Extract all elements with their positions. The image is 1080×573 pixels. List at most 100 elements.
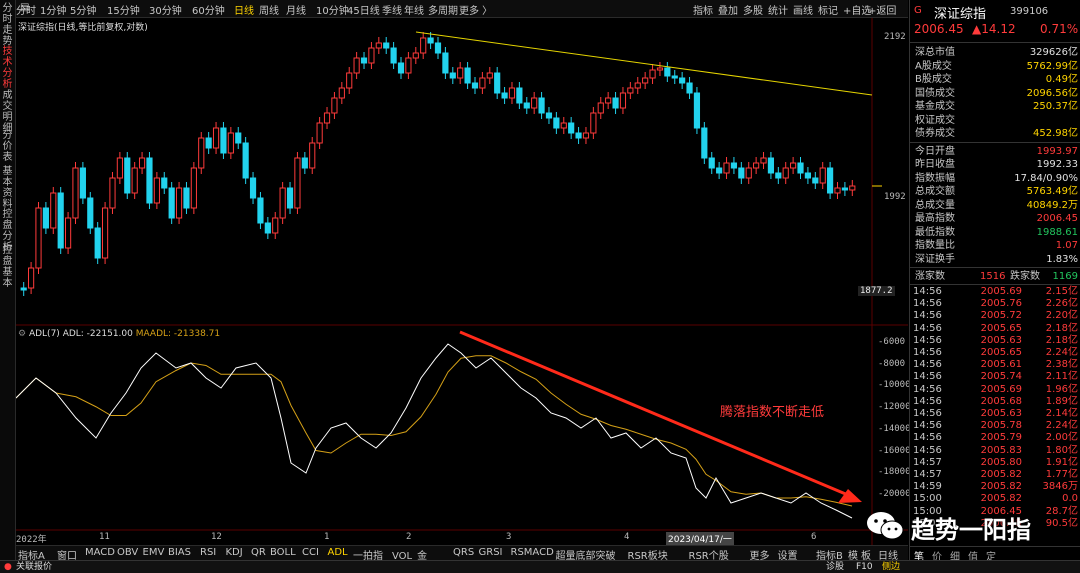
- tick-time: 14:57: [913, 469, 942, 480]
- left-nav-tab[interactable]: 分时走势: [1, 3, 14, 47]
- price-tick-mid: 1992: [884, 192, 906, 202]
- x-tick: 2: [406, 532, 412, 542]
- period-tab[interactable]: 周线: [259, 2, 279, 17]
- candle-body: [190, 167, 197, 209]
- period-tab[interactable]: 多周期: [428, 2, 458, 17]
- candle-body: [168, 187, 175, 219]
- adl-tick: -16000: [878, 445, 911, 456]
- linked-quote[interactable]: 关联报价: [16, 561, 52, 573]
- candle-body: [183, 187, 190, 209]
- period-tab[interactable]: 月线: [286, 2, 306, 17]
- candle-body: [57, 192, 64, 249]
- adl-tick: -14000: [878, 423, 911, 434]
- tick-price: 2005.61: [980, 359, 1022, 371]
- stat-value: 1.07: [1055, 240, 1078, 251]
- toolbar-action[interactable]: 画线: [793, 2, 813, 17]
- price-tick-high: 2192: [884, 32, 906, 42]
- stat-value: 0.49亿: [1045, 74, 1078, 85]
- left-nav-tab[interactable]: 分价表: [1, 130, 14, 163]
- candle-body: [812, 177, 819, 184]
- x-tick: 11: [99, 532, 110, 542]
- period-tab[interactable]: 60分钟: [192, 2, 225, 17]
- indicator-tab[interactable]: GRSI: [479, 547, 503, 558]
- candle-body: [686, 82, 693, 94]
- period-tab[interactable]: 分时: [16, 2, 36, 17]
- indicator-tab[interactable]: OBV: [117, 547, 138, 558]
- candle-body: [279, 187, 286, 219]
- toolbar-action[interactable]: 标记: [818, 2, 838, 17]
- chart-area[interactable]: 深证综指(日线,等比前复权,对数) 2192 1992 1877.2 ⚙ ADL…: [16, 18, 911, 545]
- indicator-tab[interactable]: EMV: [143, 547, 165, 558]
- price-tick-low: 1877.2: [858, 286, 895, 296]
- toolbar-action[interactable]: 统计: [768, 2, 788, 17]
- left-nav-tab[interactable]: 控盘基本: [1, 245, 14, 289]
- indicator-tab[interactable]: RSMACD: [511, 547, 554, 558]
- candle-body: [775, 172, 782, 179]
- toolbar-action[interactable]: +返回: [868, 2, 896, 17]
- market-marker: G: [914, 5, 922, 16]
- candle-body: [627, 87, 634, 94]
- candle-body: [471, 82, 479, 89]
- candle-body: [656, 67, 664, 71]
- left-nav-tab[interactable]: 技术分析: [1, 46, 14, 90]
- candle-body: [94, 227, 101, 259]
- toolbar-action[interactable]: 指标: [693, 2, 713, 17]
- candle-body: [383, 42, 390, 49]
- kline-chart-svg[interactable]: [16, 18, 908, 545]
- candle-body: [242, 142, 249, 179]
- stat-row: 最高指数 2006.45: [910, 212, 1080, 225]
- period-tab[interactable]: 更多 〉: [459, 2, 492, 17]
- candle-body: [309, 142, 316, 169]
- candle-body: [568, 122, 575, 134]
- toolbar-action[interactable]: 叠加: [718, 2, 738, 17]
- indicator-tab[interactable]: RSI: [200, 547, 216, 558]
- candle-body: [272, 217, 279, 234]
- period-tab[interactable]: 30分钟: [149, 2, 182, 17]
- toolbar-action[interactable]: 多股: [743, 2, 763, 17]
- tick-price: 2005.78: [980, 420, 1022, 432]
- period-tab[interactable]: 10分钟: [316, 2, 349, 17]
- period-tab[interactable]: 日线: [234, 2, 254, 17]
- indicator-tab[interactable]: CCI: [302, 547, 319, 558]
- sidebar-toggle[interactable]: 侧边: [882, 561, 900, 573]
- period-tab[interactable]: 1分钟: [40, 2, 66, 17]
- tick-time: 14:56: [913, 383, 942, 395]
- period-tab[interactable]: 5分钟: [70, 2, 96, 17]
- indicator-tab[interactable]: ADL: [328, 547, 348, 558]
- period-tab[interactable]: 45日线: [347, 2, 380, 17]
- index-change: ▲14.12: [972, 22, 1016, 36]
- left-nav-tab[interactable]: 成交明细: [1, 90, 14, 134]
- period-tab[interactable]: 年线: [404, 2, 424, 17]
- adl-tick: -6000: [878, 337, 906, 347]
- diagnose-link[interactable]: 诊股: [826, 561, 844, 573]
- stat-row: 国债成交 2096.56亿: [910, 87, 1080, 100]
- candle-body: [131, 167, 138, 194]
- period-tab[interactable]: 15分钟: [107, 2, 140, 17]
- tick-volume: 2.26亿: [1045, 298, 1078, 310]
- candle-body: [508, 87, 516, 99]
- candle-body: [101, 207, 109, 259]
- candle-body: [146, 157, 153, 204]
- period-tab[interactable]: 季线: [382, 2, 402, 17]
- tick-time: 14:56: [913, 286, 942, 297]
- tick-row: 14:57 2005.80 1.91亿: [910, 456, 1080, 469]
- up-count: 1516: [980, 271, 1006, 282]
- indicator-tab[interactable]: QRS: [453, 547, 474, 558]
- indicator-tab[interactable]: KDJ: [226, 547, 243, 558]
- tick-time: 14:56: [913, 444, 942, 456]
- candle-body: [745, 167, 752, 179]
- f10-link[interactable]: F10: [856, 561, 873, 573]
- candle-body: [716, 167, 723, 174]
- indicator-tab[interactable]: BIAS: [168, 547, 191, 558]
- candle-body: [671, 75, 678, 79]
- indicator-tab[interactable]: BOLL: [270, 547, 296, 558]
- left-nav-tab[interactable]: 基本资料: [1, 166, 14, 210]
- stat-label: 基金成交: [915, 101, 955, 112]
- indicator-tab[interactable]: QR: [251, 547, 266, 558]
- tick-volume: 2.00亿: [1045, 432, 1078, 444]
- candle-body: [346, 72, 353, 89]
- candle-body: [738, 167, 745, 179]
- indicator-tab[interactable]: MACD: [85, 547, 115, 558]
- stat-label: 深总市值: [915, 47, 955, 58]
- adl-settings-icon[interactable]: ⚙: [18, 329, 26, 339]
